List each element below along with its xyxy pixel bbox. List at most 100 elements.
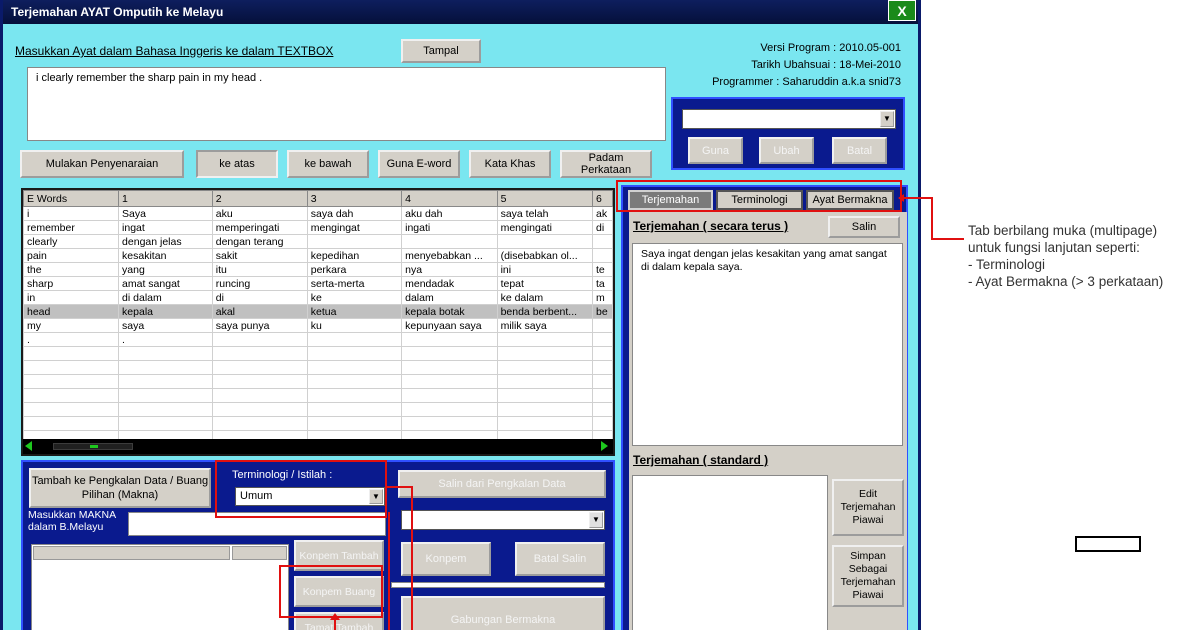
option-select[interactable]: ▼ — [682, 109, 896, 129]
table-cell[interactable] — [306, 402, 403, 417]
table-cell[interactable] — [118, 360, 213, 375]
table-cell[interactable] — [496, 388, 594, 403]
move-up-button[interactable]: ke atas — [196, 150, 278, 178]
table-cell[interactable]: yang — [118, 262, 213, 277]
table-cell[interactable] — [23, 360, 120, 375]
table-cell[interactable]: saya punya — [211, 318, 308, 333]
table-cell[interactable] — [118, 346, 213, 361]
table-cell[interactable]: Saya — [118, 206, 213, 221]
table-cell[interactable] — [211, 402, 308, 417]
confirm-button[interactable]: Konpem — [401, 542, 491, 576]
table-row[interactable] — [23, 374, 613, 389]
table-cell[interactable] — [211, 332, 308, 347]
table-cell[interactable]: ke dalam — [496, 290, 594, 305]
table-cell[interactable]: aku — [211, 206, 308, 221]
table-cell[interactable]: dengan jelas — [118, 234, 213, 249]
table-row[interactable] — [23, 388, 613, 403]
table-cell[interactable]: ingat — [118, 220, 213, 235]
delete-word-button[interactable]: Padam Perkataan — [560, 150, 652, 178]
direct-translation-output[interactable]: Saya ingat dengan jelas kesakitan yang a… — [632, 243, 903, 446]
english-input[interactable]: i clearly remember the sharp pain in my … — [27, 67, 666, 141]
table-cell[interactable] — [401, 346, 498, 361]
table-cell[interactable]: . — [118, 332, 213, 347]
table-cell[interactable]: m — [592, 290, 613, 305]
table-cell[interactable]: aku dah — [401, 206, 498, 221]
table-cell[interactable]: ingati — [401, 220, 498, 235]
close-button[interactable]: X — [888, 0, 916, 21]
table-cell[interactable]: ak — [592, 206, 613, 221]
table-cell[interactable]: tepat — [496, 276, 594, 291]
table-cell[interactable]: ini — [496, 262, 594, 277]
change-button[interactable]: Ubah — [759, 137, 814, 164]
table-cell[interactable]: amat sangat — [118, 276, 213, 291]
table-cell[interactable]: itu — [211, 262, 308, 277]
table-cell[interactable]: di — [211, 290, 308, 305]
table-row[interactable]: the yang itu perkara nya ini te — [23, 262, 613, 277]
table-cell[interactable]: mengingat — [306, 220, 403, 235]
table-cell[interactable]: dengan terang — [211, 234, 308, 249]
table-cell[interactable] — [118, 374, 213, 389]
table-cell[interactable]: ketua — [306, 304, 403, 319]
table-cell[interactable]: nya — [401, 262, 498, 277]
add-to-database-button[interactable]: Tambah ke Pengkalan Data / Buang Pilihan… — [29, 468, 211, 508]
table-cell[interactable]: te — [592, 262, 613, 277]
table-cell[interactable]: memperingati — [211, 220, 308, 235]
table-cell[interactable] — [118, 416, 213, 431]
table-cell[interactable] — [401, 234, 498, 249]
combine-meaning-button[interactable]: Gabungan Bermakna — [401, 596, 605, 630]
table-row[interactable] — [23, 360, 613, 375]
table-cell[interactable] — [496, 346, 594, 361]
table-cell[interactable]: kepala — [118, 304, 213, 319]
table-row[interactable]: head kepala akal ketua kepala botak benda ber… — [23, 304, 613, 319]
table-cell[interactable]: head — [23, 304, 120, 319]
column-header[interactable]: 6 — [592, 190, 613, 207]
table-row[interactable]: remember ingat memperingati mengingat ingati… — [23, 220, 613, 235]
table-cell[interactable]: menyebabkan ... — [401, 248, 498, 263]
table-cell[interactable] — [401, 332, 498, 347]
table-cell[interactable]: serta-merta — [306, 276, 403, 291]
table-cell[interactable]: remember — [23, 220, 120, 235]
table-row[interactable]: .. — [23, 332, 613, 347]
table-cell[interactable]: (disebabkan ol... — [496, 248, 594, 263]
use-button[interactable]: Guna — [688, 137, 743, 164]
table-cell[interactable]: kepala botak — [401, 304, 498, 319]
table-row[interactable] — [23, 346, 613, 361]
table-row[interactable]: in di dalam di ke dalam ke dalam m — [23, 290, 613, 305]
table-cell[interactable]: perkara — [306, 262, 403, 277]
scroll-right-icon[interactable] — [601, 441, 608, 451]
table-cell[interactable]: i — [23, 206, 120, 221]
copy-from-database-button[interactable]: Salin dari Pengkalan Data — [398, 470, 606, 498]
column-header[interactable]: 4 — [401, 190, 498, 207]
column-header[interactable]: E Words — [23, 190, 120, 207]
table-cell[interactable]: my — [23, 318, 120, 333]
table-cell[interactable] — [592, 332, 613, 347]
horizontal-scrollbar[interactable] — [23, 439, 613, 454]
table-cell[interactable] — [306, 360, 403, 375]
table-row[interactable]: clearly dengan jelas dengan terang — [23, 234, 613, 249]
table-cell[interactable] — [401, 388, 498, 403]
table-cell[interactable]: benda berbent... — [496, 304, 594, 319]
copy-select[interactable]: ▼ — [401, 510, 605, 530]
table-cell[interactable]: kepunyaan saya — [401, 318, 498, 333]
table-cell[interactable] — [496, 332, 594, 347]
table-cell[interactable]: akal — [211, 304, 308, 319]
table-cell[interactable] — [592, 416, 613, 431]
table-cell[interactable] — [118, 388, 213, 403]
table-cell[interactable]: dalam — [401, 290, 498, 305]
table-cell[interactable]: pain — [23, 248, 120, 263]
table-cell[interactable] — [592, 234, 613, 249]
table-cell[interactable] — [592, 248, 613, 263]
table-cell[interactable] — [496, 360, 594, 375]
table-cell[interactable]: in — [23, 290, 120, 305]
table-cell[interactable] — [211, 360, 308, 375]
table-cell[interactable]: . — [23, 332, 120, 347]
table-cell[interactable] — [23, 388, 120, 403]
table-cell[interactable]: sakit — [211, 248, 308, 263]
table-cell[interactable] — [401, 402, 498, 417]
cancel-button[interactable]: Batal — [832, 137, 887, 164]
table-row[interactable] — [23, 416, 613, 431]
use-eword-button[interactable]: Guna E-word — [378, 150, 460, 178]
table-cell[interactable] — [592, 388, 613, 403]
word-grid[interactable]: E Words 1 2 3 4 5 6 i Saya aku saya dah aku … — [21, 188, 615, 456]
table-cell[interactable] — [592, 346, 613, 361]
